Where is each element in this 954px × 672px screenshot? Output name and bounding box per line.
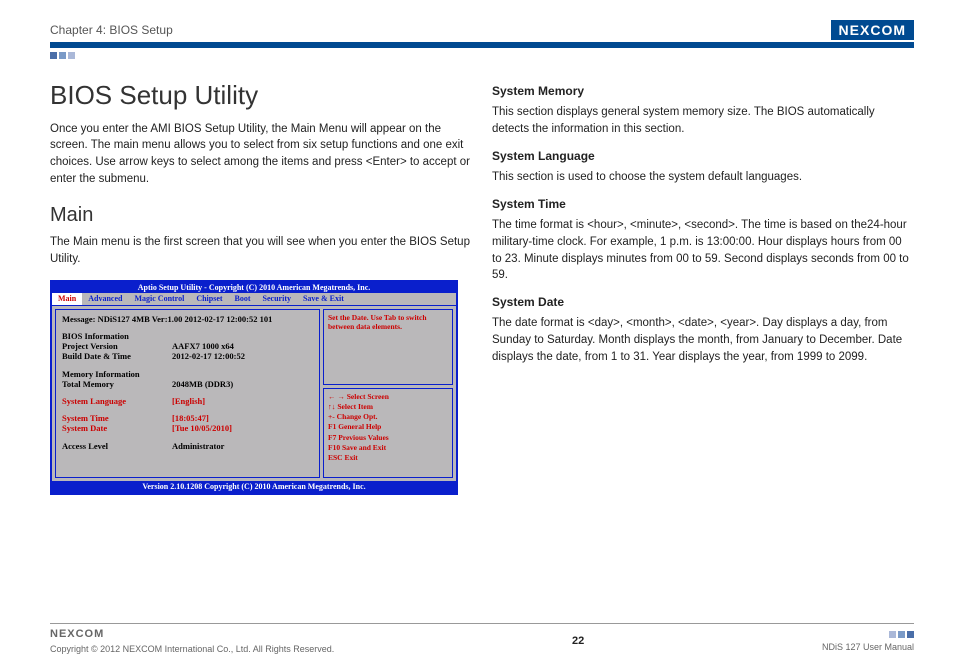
sys-memory-heading: System Memory <box>492 83 914 100</box>
brand-logo: NEXCOM <box>831 20 914 40</box>
bios-key-row: F1 General Help <box>328 422 448 432</box>
bios-tab-saveexit[interactable]: Save & Exit <box>297 293 350 305</box>
bios-access-label: Access Level <box>62 441 172 451</box>
footer-logo: NEXCOM <box>50 628 334 640</box>
bios-tab-main[interactable]: Main <box>52 293 82 305</box>
page-number: 22 <box>572 635 584 647</box>
bios-key-row: ← → Select Screen <box>328 392 448 402</box>
bios-lang-label[interactable]: System Language <box>62 396 172 406</box>
sys-date-heading: System Date <box>492 294 914 311</box>
bios-key-row: F10 Save and Exit <box>328 443 448 453</box>
bios-tab-security[interactable]: Security <box>257 293 297 305</box>
bios-key-row: ↑↓ Select Item <box>328 402 448 412</box>
bios-tab-magic[interactable]: Magic Control <box>128 293 190 305</box>
bios-screenshot: Aptio Setup Utility - Copyright (C) 2010… <box>50 280 458 495</box>
bios-info-header: BIOS Information <box>62 331 313 341</box>
sys-date-text: The date format is <day>, <month>, <date… <box>492 315 914 365</box>
bios-build-label: Build Date & Time <box>62 351 172 361</box>
bios-footer-bar: Version 2.10.1208 Copyright (C) 2010 Ame… <box>52 481 456 493</box>
bios-lang-value[interactable]: [English] <box>172 396 205 406</box>
page-heading: BIOS Setup Utility <box>50 77 472 115</box>
bios-key-row: ESC Exit <box>328 453 448 463</box>
bios-date-value[interactable]: [Tue 10/05/2010] <box>172 423 232 433</box>
bios-project-value: AAFX7 1000 x64 <box>172 341 234 351</box>
footer-doc-title: NDiS 127 User Manual <box>822 642 914 652</box>
bios-left-panel: Message: NDiS127 4MB Ver:1.00 2012-02-17… <box>55 309 320 478</box>
sys-language-text: This section is used to choose the syste… <box>492 169 914 186</box>
bios-time-label[interactable]: System Time <box>62 413 172 423</box>
bios-key-row: F7 Previous Values <box>328 433 448 443</box>
sys-language-heading: System Language <box>492 148 914 165</box>
bios-title-bar: Aptio Setup Utility - Copyright (C) 2010… <box>52 282 456 294</box>
bios-time-value[interactable]: [18:05:47] <box>172 413 209 423</box>
bios-access-value: Administrator <box>172 441 224 451</box>
sys-time-text: The time format is <hour>, <minute>, <se… <box>492 217 914 284</box>
decorative-squares <box>889 631 914 638</box>
sys-time-heading: System Time <box>492 196 914 213</box>
main-paragraph: The Main menu is the first screen that y… <box>50 234 472 267</box>
bios-tab-chipset[interactable]: Chipset <box>190 293 228 305</box>
bios-keys-panel: ← → Select Screen ↑↓ Select Item +- Chan… <box>323 388 453 478</box>
intro-paragraph: Once you enter the AMI BIOS Setup Utilit… <box>50 121 472 188</box>
bios-tab-boot[interactable]: Boot <box>229 293 257 305</box>
bios-build-value: 2012-02-17 12:00:52 <box>172 351 245 361</box>
sys-memory-text: This section displays general system mem… <box>492 104 914 137</box>
decorative-squares <box>50 52 914 59</box>
bios-menu-bar: Main Advanced Magic Control Chipset Boot… <box>52 293 456 306</box>
bios-message: Message: NDiS127 4MB Ver:1.00 2012-02-17… <box>62 314 313 324</box>
bios-date-label[interactable]: System Date <box>62 423 172 433</box>
bios-tab-advanced[interactable]: Advanced <box>82 293 128 305</box>
bios-mem-header: Memory Information <box>62 369 313 379</box>
footer-copyright: Copyright © 2012 NEXCOM International Co… <box>50 644 334 654</box>
bios-mem-label: Total Memory <box>62 379 172 389</box>
bios-mem-value: 2048MB (DDR3) <box>172 379 233 389</box>
bios-help-panel: Set the Date. Use Tab to switch between … <box>323 309 453 385</box>
chapter-title: Chapter 4: BIOS Setup <box>50 23 173 37</box>
section-main-heading: Main <box>50 201 472 230</box>
bios-project-label: Project Version <box>62 341 172 351</box>
bios-key-row: +- Change Opt. <box>328 412 448 422</box>
